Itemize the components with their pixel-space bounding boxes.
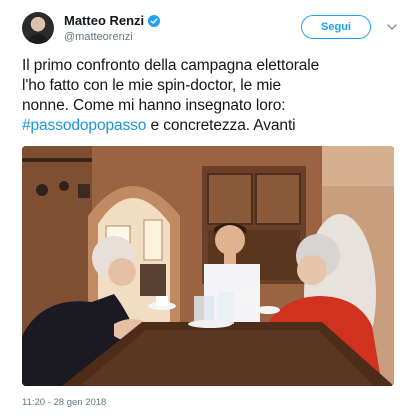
author-avatar[interactable] (22, 12, 54, 44)
tweet-text-rest: e concretezza. Avanti (146, 117, 296, 134)
verified-badge-icon (148, 14, 161, 27)
tweet-text: Il primo confronto della campagna eletto… (22, 56, 402, 136)
hashtag-link[interactable]: #passodopopasso (22, 117, 146, 134)
follow-button[interactable]: Segui (301, 15, 371, 39)
author-display-name[interactable]: Matteo Renzi (64, 13, 144, 28)
three-people-at-table-photo (22, 146, 394, 386)
checkmark-icon (150, 18, 158, 24)
tweet-photo[interactable] (22, 146, 394, 386)
name-row: Matteo Renzi (64, 13, 161, 28)
tweet-text-line: Il primo confronto della campagna eletto… (22, 57, 320, 74)
author-names: Matteo Renzi @matteorenzi (64, 13, 161, 43)
tweet-text-line: nonne. Come mi hanno insegnato loro: (22, 97, 286, 114)
author-handle[interactable]: @matteorenzi (64, 31, 160, 43)
tweet-card: Matteo Renzi @matteorenzi Segui Il primo… (0, 0, 419, 416)
tweet-text-line: l'ho fatto con le mie spin-doctor, le mi… (22, 77, 282, 94)
tweet-text-line-last: #passodopopasso e concretezza. Avanti (22, 116, 402, 136)
tweet-timestamp[interactable]: 11:20 - 28 gen 2018 (22, 397, 106, 408)
chevron-down-icon[interactable] (387, 23, 397, 31)
tweet-header: Matteo Renzi @matteorenzi Segui (22, 12, 399, 46)
